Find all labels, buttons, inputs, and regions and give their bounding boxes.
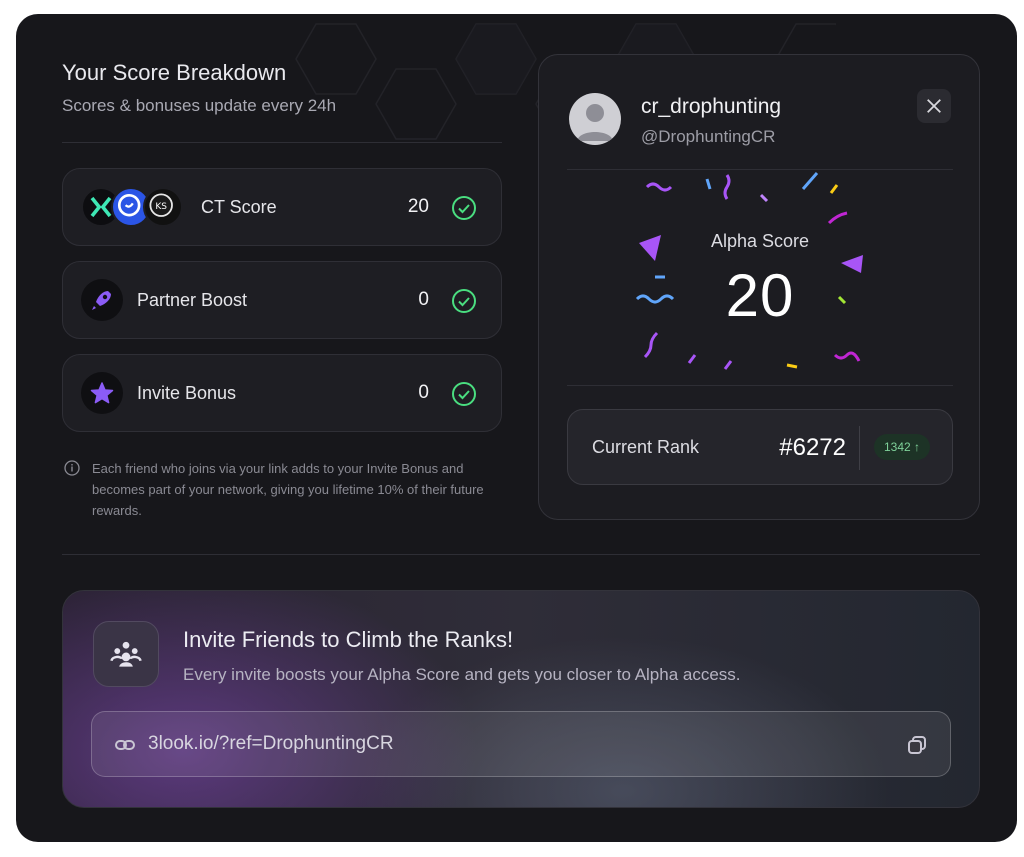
section-title: Your Score Breakdown: [62, 60, 287, 85]
score-label-partner-boost: Partner Boost: [137, 290, 248, 310]
check-circle-icon: [452, 382, 476, 406]
check-circle-icon: [452, 289, 476, 313]
invite-friends-icon: [93, 621, 159, 687]
partner-badge-icon: KS: [143, 187, 183, 227]
rocket-icon: [81, 279, 123, 321]
invite-bonus-note: Each friend who joins via your link adds…: [92, 461, 484, 518]
divider: [567, 385, 953, 386]
svg-text:KS: KS: [155, 202, 167, 212]
divider: [859, 426, 860, 470]
divider: [62, 554, 980, 555]
current-rank-box: Current Rank #6272 1342 ↑: [567, 409, 953, 485]
score-row-ct-score: KS CT Score 20: [62, 168, 502, 246]
x-logo-button[interactable]: [917, 89, 951, 123]
referral-link-text[interactable]: 3look.io/?ref=DrophuntingCR: [148, 733, 394, 755]
copy-icon[interactable]: [906, 734, 928, 756]
score-row-partner-boost: Partner Boost 0: [62, 261, 502, 339]
score-label-invite-bonus: Invite Bonus: [137, 383, 237, 403]
star-icon: [81, 372, 123, 414]
invite-panel: Invite Friends to Climb the Ranks! Every…: [62, 590, 980, 808]
invite-title: Invite Friends to Climb the Ranks!: [183, 627, 514, 652]
avatar: [569, 93, 621, 145]
link-icon: [115, 740, 135, 750]
profile-username: cr_drophunting: [641, 95, 782, 118]
score-row-invite-bonus: Invite Bonus 0: [62, 354, 502, 432]
score-value-partner-boost: 0: [418, 289, 429, 310]
score-card: Your Score Breakdown Scores & bonuses up…: [16, 14, 1017, 842]
alpha-score-label: Alpha Score: [710, 231, 810, 251]
profile-handle: @DrophuntingCR: [641, 127, 776, 146]
referral-link-field[interactable]: 3look.io/?ref=DrophuntingCR: [91, 711, 951, 777]
alpha-score-value: 20: [725, 262, 795, 329]
rank-label: Current Rank: [592, 437, 700, 457]
user-placeholder-icon: [577, 104, 613, 141]
x-logo-icon: [927, 99, 941, 113]
score-value-invite-bonus: 0: [418, 382, 429, 403]
check-circle-icon: [452, 196, 476, 220]
profile-card: cr_drophunting @DrophuntingCR Alpha Scor…: [538, 54, 980, 520]
rank-change-badge: 1342 ↑: [873, 434, 930, 460]
invite-subtitle: Every invite boosts your Alpha Score and…: [183, 665, 741, 684]
section-subtitle: Scores & bonuses update every 24h: [62, 96, 337, 115]
rank-value: #6272: [779, 434, 846, 461]
divider: [62, 142, 502, 143]
score-value-ct: 20: [407, 196, 429, 217]
info-icon: [64, 460, 80, 476]
score-label-ct: CT Score: [201, 197, 277, 217]
